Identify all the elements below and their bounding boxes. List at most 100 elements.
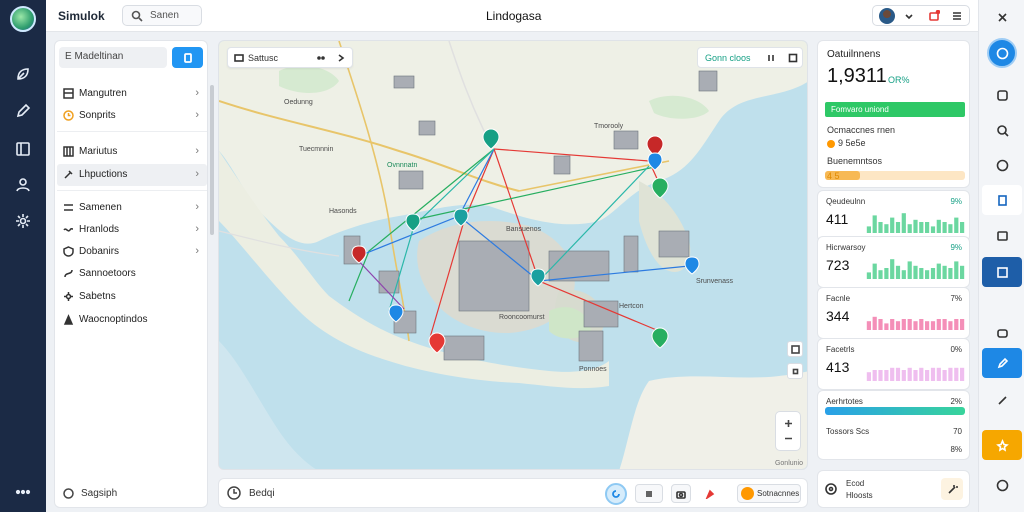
camera-button[interactable] (671, 484, 691, 503)
rail-button-help[interactable] (982, 470, 1022, 500)
sparkline-bar (925, 270, 930, 279)
nav-item-5[interactable]: Samenen › (57, 197, 207, 219)
nav-item-8[interactable]: Sannoetoors (57, 263, 207, 285)
left-panel: E Madeltinan Mangutren › Sonprits › Mari… (54, 40, 214, 508)
alert-button[interactable] (699, 484, 721, 503)
panel-search-input[interactable]: E Madeltinan (59, 47, 167, 68)
map-view[interactable]: Tuecmnnin Ovnnnatn Hasonds Bansuenos Oed… (218, 40, 808, 470)
sparkline-bar (913, 321, 918, 330)
nav-item-4[interactable]: Lhpuctions › (57, 164, 207, 186)
sparkline-bar (878, 270, 883, 279)
nav-item-10[interactable]: Waocnoptindos (57, 309, 207, 331)
rail-button-favorite[interactable] (982, 430, 1022, 460)
sparkline-bar (930, 268, 936, 279)
clock-icon[interactable] (227, 486, 241, 500)
map-toolbar[interactable]: Sattusc (227, 47, 353, 68)
metric-card[interactable]: Facetrls 0% 413 (817, 338, 970, 390)
metric-title: Hicrwarsoy (826, 243, 866, 252)
edit-icon[interactable] (13, 101, 33, 121)
panel-icon[interactable] (13, 139, 33, 159)
more-icon[interactable] (13, 482, 33, 502)
nav-item-label: Lhpuctions (79, 169, 128, 180)
nav-item-6[interactable]: Hranlods › (57, 219, 207, 241)
summary-status-bar[interactable]: Fomvaro uniond (825, 102, 965, 117)
metric-card[interactable]: Facnle 7% 344 (817, 287, 970, 339)
expand-icon[interactable] (788, 53, 798, 63)
sparkline-bar (919, 319, 924, 330)
rail-button-image[interactable] (982, 257, 1022, 287)
map-label: Ponnoes (579, 366, 607, 373)
settings-footer-item[interactable]: Sagsiph (57, 483, 207, 505)
map-status[interactable]: Gonn cloos (697, 47, 803, 68)
user-icon[interactable] (13, 175, 33, 195)
sparkline-bar (866, 226, 871, 233)
scrollbar[interactable] (210, 85, 214, 235)
zoom-out-icon[interactable] (784, 434, 793, 443)
sparkline-bar (942, 370, 947, 381)
sparkline-bar (901, 319, 906, 330)
metric-sparkline (866, 316, 965, 330)
zoom-control[interactable] (775, 411, 801, 451)
more-icon[interactable] (316, 53, 326, 63)
rail-button-chat[interactable] (982, 150, 1022, 180)
rail-compass-button[interactable] (982, 38, 1022, 68)
metric-card[interactable]: Qeudeulnn 9% 411 (817, 190, 970, 242)
zoom-in-icon[interactable] (784, 419, 793, 428)
rail-button-box[interactable] (982, 318, 1022, 348)
assistant-button[interactable] (941, 478, 963, 500)
nav-item-7[interactable]: Dobanirs › (57, 241, 207, 263)
pin-icon (63, 314, 74, 325)
rail-button-search[interactable] (982, 115, 1022, 145)
map-label: Rooncoomurst (499, 314, 545, 321)
rail-button-card[interactable] (982, 80, 1022, 110)
timeline-bar: Bedqi Sotnacnnes (218, 478, 808, 508)
sparkline-bar (936, 367, 941, 381)
nav-item-label: Mangutren (79, 88, 127, 99)
metric-card[interactable]: Hicrwarsoy 9% 723 (817, 236, 970, 288)
map-label: Tuecmnnin (299, 146, 334, 153)
avatar[interactable] (879, 8, 895, 24)
nav-item-2[interactable]: Sonprits › (57, 105, 207, 127)
nav-item-3[interactable]: Mariutus › (57, 141, 207, 163)
sparkline-bar (936, 219, 941, 233)
play-button[interactable] (605, 483, 627, 505)
menu-icon[interactable] (951, 10, 963, 22)
search-input[interactable]: Sanen (122, 5, 202, 26)
gear-icon[interactable] (13, 211, 33, 231)
metric-sparkline (866, 367, 965, 381)
grid-icon (63, 202, 74, 213)
assistant-card[interactable]: Ecod Hloosts (817, 470, 970, 508)
user-chip[interactable] (872, 5, 970, 26)
list-button[interactable] (635, 484, 663, 503)
sparkline-bar (866, 272, 871, 279)
rail-button-tools[interactable] (982, 385, 1022, 415)
map-label: Ovnnnatn (387, 162, 418, 169)
nav-item-9[interactable]: Sabetns (57, 286, 207, 308)
sparkline-bar (895, 321, 901, 330)
split-icon[interactable] (766, 53, 776, 63)
globe-logo-icon[interactable] (10, 6, 36, 32)
summary-detail-value: 9 5e5e (838, 138, 866, 148)
rail-button-document[interactable] (982, 185, 1022, 215)
flow-card[interactable]: Aerhrtotes 2% Tossors Scs 70 8% (817, 390, 970, 460)
close-button[interactable] (982, 2, 1022, 32)
rail-button-edit[interactable] (982, 348, 1022, 378)
nav-item-1[interactable]: Mangutren › (57, 83, 207, 105)
chevron-right-icon[interactable] (336, 53, 346, 63)
close-icon (997, 12, 1007, 22)
route-icon (63, 268, 74, 279)
map-label: Tmorooly (594, 123, 624, 130)
sparkline-bar (925, 222, 930, 233)
rail-button-camera[interactable] (982, 220, 1022, 250)
status-chip[interactable]: Sotnacnnes (737, 484, 801, 503)
circle-icon (63, 488, 74, 499)
fit-bounds-button[interactable] (787, 341, 803, 357)
notification-icon[interactable] (928, 10, 940, 22)
sparkline-bar (872, 263, 877, 279)
add-button[interactable] (172, 47, 203, 68)
sparkline-bar (872, 370, 877, 381)
locate-button[interactable] (787, 363, 803, 379)
leaf-icon[interactable] (13, 64, 33, 84)
summary-value: 1,9311 (827, 65, 887, 87)
chevron-down-icon[interactable] (903, 10, 915, 22)
